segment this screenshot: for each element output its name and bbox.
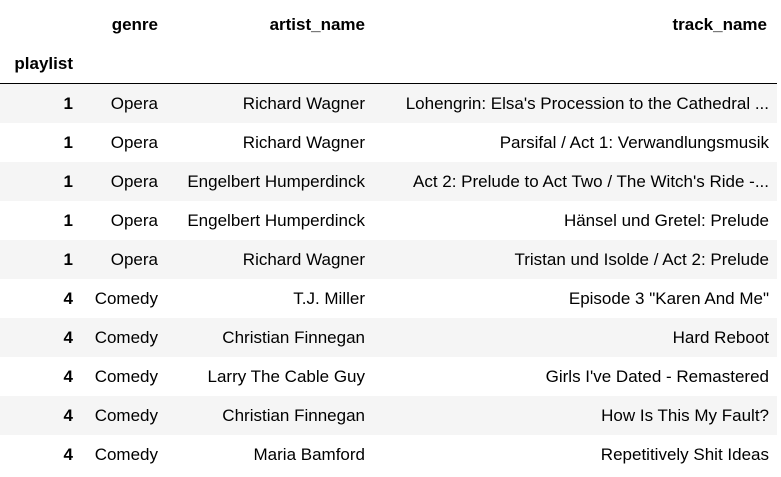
cell-genre: Opera xyxy=(110,171,158,191)
cell-artist-name: Engelbert Humperdinck xyxy=(187,210,365,230)
cell-genre: Comedy xyxy=(94,444,158,464)
column-header-row: genre artist_name track_name xyxy=(0,5,777,44)
index-name-blank xyxy=(83,44,168,84)
cell-genre: Comedy xyxy=(94,366,158,386)
table-row: 1 Opera Richard Wagner Parsifal / Act 1: Ve… xyxy=(0,123,777,162)
cell-track-name: Parsifal / Act 1: Verwandlungsmusik xyxy=(499,132,769,152)
cell-artist-name: Christian Finnegan xyxy=(222,327,365,347)
table-row: 4 Comedy Larry The Cable Guy Girls I've Dat… xyxy=(0,357,777,396)
table-row: 4 Comedy T.J. Miller Episode 3 "Karen And M… xyxy=(0,279,777,318)
table-row: 1 Opera Richard Wagner Tristan und Isolde /… xyxy=(0,240,777,279)
cell-track-name: Girls I've Dated - Remastered xyxy=(545,366,769,386)
column-header-genre: genre xyxy=(83,5,168,44)
row-index-playlist: 1 xyxy=(63,132,73,152)
cell-artist-name: Maria Bamford xyxy=(253,444,365,464)
index-name-blank xyxy=(168,44,375,84)
cell-artist-name: Richard Wagner xyxy=(242,93,365,113)
row-index-playlist: 4 xyxy=(63,405,73,425)
cell-track-name: Hänsel und Gretel: Prelude xyxy=(563,210,769,230)
row-index-playlist: 1 xyxy=(63,171,73,191)
cell-genre: Comedy xyxy=(94,405,158,425)
cell-track-name: How Is This My Fault? xyxy=(601,405,769,425)
row-index-playlist: 1 xyxy=(63,210,73,230)
row-index-playlist: 4 xyxy=(63,288,73,308)
table-row: 1 Opera Richard Wagner Lohengrin: Elsa's Pr… xyxy=(0,83,777,123)
header-blank-cell xyxy=(0,5,83,44)
dataframe-table: genre artist_name track_name playlist 1 O… xyxy=(0,5,777,474)
cell-genre: Opera xyxy=(110,132,158,152)
cell-artist-name: Larry The Cable Guy xyxy=(207,366,365,386)
table-body: 1 Opera Richard Wagner Lohengrin: Elsa's Pr… xyxy=(0,83,777,474)
cell-genre: Opera xyxy=(110,249,158,269)
cell-artist-name: Richard Wagner xyxy=(242,249,365,269)
row-index-playlist: 1 xyxy=(63,93,73,113)
cell-genre: Comedy xyxy=(94,327,158,347)
row-index-playlist: 4 xyxy=(63,366,73,386)
cell-track-name: Repetitively Shit Ideas xyxy=(600,444,769,464)
index-name-header: playlist xyxy=(0,44,83,84)
cell-track-name: Tristan und Isolde / Act 2: Prelude xyxy=(514,249,769,269)
table-row: 1 Opera Engelbert Humperdinck Hänsel und Gr… xyxy=(0,201,777,240)
table-row: 4 Comedy Christian Finnegan Hard Reboot xyxy=(0,318,777,357)
cell-track-name: Act 2: Prelude to Act Two / The Witch's … xyxy=(413,171,769,191)
cell-artist-name: T.J. Miller xyxy=(293,288,365,308)
row-index-playlist: 4 xyxy=(63,444,73,464)
row-index-playlist: 1 xyxy=(63,249,73,269)
column-header-artist-name: artist_name xyxy=(168,5,375,44)
cell-genre: Opera xyxy=(110,93,158,113)
cell-genre: Opera xyxy=(110,210,158,230)
cell-genre: Comedy xyxy=(94,288,158,308)
table-row: 4 Comedy Christian Finnegan How Is This My … xyxy=(0,396,777,435)
cell-track-name: Hard Reboot xyxy=(672,327,769,347)
table-row: 1 Opera Engelbert Humperdinck Act 2: Prelud… xyxy=(0,162,777,201)
index-name-blank xyxy=(375,44,777,84)
cell-track-name: Episode 3 "Karen And Me" xyxy=(568,288,769,308)
cell-artist-name: Engelbert Humperdinck xyxy=(187,171,365,191)
row-index-playlist: 4 xyxy=(63,327,73,347)
cell-artist-name: Christian Finnegan xyxy=(222,405,365,425)
index-name-row: playlist xyxy=(0,44,777,84)
table-row: 4 Comedy Maria Bamford Repetitively Shit Id… xyxy=(0,435,777,474)
table-header: genre artist_name track_name playlist xyxy=(0,5,777,84)
cell-track-name: Lohengrin: Elsa's Procession to the Cath… xyxy=(405,93,769,113)
cell-artist-name: Richard Wagner xyxy=(242,132,365,152)
column-header-track-name: track_name xyxy=(375,5,777,44)
